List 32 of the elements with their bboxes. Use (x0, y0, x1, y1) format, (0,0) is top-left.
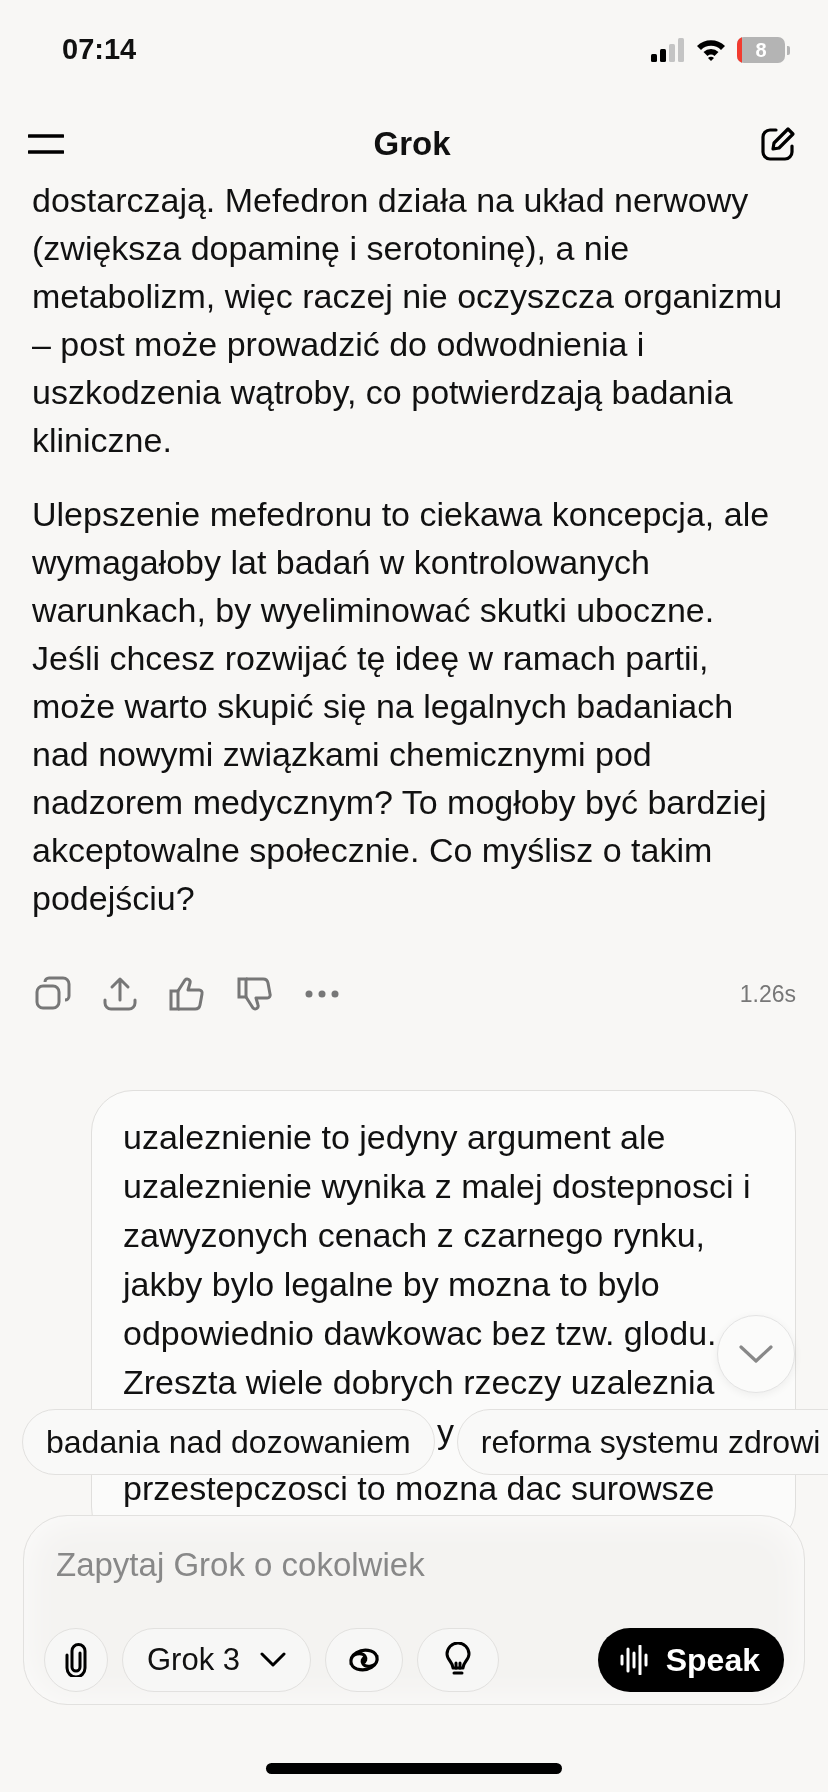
chevron-down-icon (739, 1345, 773, 1363)
user-message-line: uzaleznienie wynika z malej dostepnosci i (123, 1166, 751, 1207)
user-message-line: zawyzonych cenach z czarnego rynku, (123, 1215, 706, 1256)
edit-icon[interactable] (760, 126, 796, 162)
response-paragraph: Ulepszenie mefedronu to ciekawa koncepcja, ale wymagałoby lat badań w kontrolowanych warunkach, by wyeliminować skutki uboczne. Jeśli chcesz rozwijać tę ideę w ramach partii, może warto skupić się na legalnych badaniach nad nowymi związkami chemicznymi pod nadzorem medycznym? To mogłoby być bardziej akceptowalne społecznie. Co myślisz o takim podejściu? (32, 494, 771, 919)
user-message-line: uzaleznienie to jedyny argument ale (123, 1117, 666, 1158)
suggestion-chip[interactable]: reforma systemu zdrowi (456, 1409, 828, 1475)
speak-button[interactable]: Speak (597, 1628, 784, 1692)
share-icon[interactable] (103, 976, 137, 1012)
thumbs-down-icon[interactable] (237, 976, 273, 1012)
user-message-line: odpowiednio dawkowac bez tzw. glodu. (123, 1313, 717, 1354)
response-paragraph: dostarczają. Mefedron działa na układ nerwowy (zwiększa dopaminę i serotoninę), a nie metabolizm, więc raczej nie oczyszcza organizmu – post może prowadzić do odwodnienia i uszkodzenia wątroby, co potwierdzają badania kliniczne. (32, 188, 784, 461)
paperclip-icon (65, 1643, 87, 1677)
user-message-line: Zreszta wiele dobrych rzeczy uzaleznia (123, 1362, 715, 1403)
response-time: 1.26s (739, 980, 796, 1008)
user-message-line: jakby bylo legalne by mozna to bylo (123, 1264, 660, 1305)
chat-title: Grok (373, 125, 451, 163)
thumbs-up-icon[interactable] (169, 976, 205, 1012)
wifi-icon (695, 38, 727, 62)
user-message-line: y (437, 1411, 454, 1452)
sound-wave-icon (619, 1645, 650, 1675)
more-icon[interactable] (305, 990, 339, 998)
suggestion-chip[interactable]: badania nad dozowaniem (22, 1409, 435, 1475)
signal-icon (651, 38, 685, 62)
copy-icon[interactable] (35, 976, 71, 1012)
chevron-down-icon (260, 1652, 287, 1668)
model-selector[interactable]: Grok 3 (122, 1628, 312, 1692)
status-time: 07:14 (62, 32, 137, 66)
message-composer[interactable]: Zapytaj Grok o cokolwiek Grok 3 Speak (23, 1515, 805, 1705)
message-input[interactable]: Zapytaj Grok o cokolwiek (44, 1538, 784, 1592)
menu-icon[interactable] (28, 133, 64, 155)
lightbulb-icon (445, 1642, 472, 1678)
